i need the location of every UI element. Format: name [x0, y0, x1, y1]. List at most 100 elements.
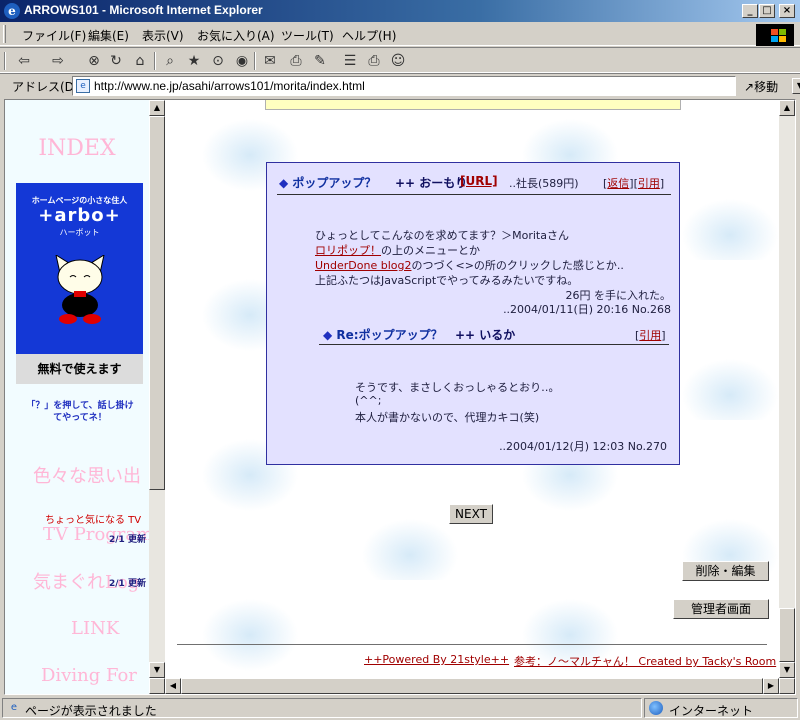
menu-view[interactable]: 表示(V): [142, 27, 184, 44]
admin-button[interactable]: 管理者画面: [673, 599, 769, 619]
harbot-hint-line2: てやってネ！: [53, 413, 107, 423]
scroll-down-icon[interactable]: ▼: [779, 662, 795, 678]
scroll-thumb[interactable]: [779, 608, 795, 662]
maximize-button[interactable]: □: [759, 4, 775, 18]
print-preview-icon[interactable]: ⎙: [364, 51, 384, 71]
menu-link[interactable]: LINK: [71, 618, 119, 639]
status-message: ページが表示されました: [25, 704, 157, 718]
address-dropdown-icon[interactable]: ▼: [792, 78, 800, 94]
left-vertical-scrollbar[interactable]: ▲ ▼: [149, 100, 165, 694]
harbot-hint-line1: 「？」を押して、話し掛け: [26, 401, 134, 411]
post-line-2: ロリポップ！の上のメニューとか: [315, 242, 480, 258]
post-line-2-text: の上のメニューとか: [381, 244, 480, 257]
scroll-up-icon[interactable]: ▲: [149, 100, 165, 116]
main-horizontal-scrollbar[interactable]: ◀ ▶: [165, 678, 779, 694]
reply-title: ◆ Re:ポップアップ？: [323, 326, 443, 343]
internet-zone-icon: [649, 701, 663, 715]
post-line-4: 上記ふたつはJavaScriptでやってみるみたいですね。: [315, 274, 579, 287]
post-author-prefix: ++: [395, 176, 416, 190]
minimize-button[interactable]: _: [742, 4, 758, 18]
favorites-icon[interactable]: ★: [184, 51, 204, 71]
home-icon[interactable]: ⌂: [130, 51, 150, 71]
reply-line-2: (^^;: [355, 394, 382, 407]
reply-author: ++ いるか: [455, 326, 515, 343]
scroll-left-icon[interactable]: ◀: [165, 678, 181, 694]
reply-timestamp: ..2004/01/12(月) 12:03 No.270: [499, 440, 667, 453]
menu-favorites[interactable]: お気に入り(A): [197, 27, 275, 44]
page-done-icon: e: [10, 702, 18, 713]
main-frame: ◆ ポップアップ？ ++ おーもり [URL] ..社長(589円) [返信][…: [165, 100, 795, 694]
reply-quote-link[interactable]: 引用: [639, 329, 661, 342]
cat-mascot-icon[interactable]: [46, 255, 114, 325]
index-heading[interactable]: INDEX: [5, 136, 149, 161]
scroll-down-icon[interactable]: ▼: [149, 662, 165, 678]
banner-kana: ハーボット: [59, 228, 100, 237]
go-arrow-icon: ↗: [744, 80, 755, 94]
scroll-thumb[interactable]: [181, 678, 763, 694]
quote-link[interactable]: 引用: [638, 177, 660, 190]
status-message-cell: e ページが表示されました: [2, 698, 642, 718]
post-url-link[interactable]: [URL]: [460, 174, 498, 188]
menu-diving[interactable]: Diving For: [41, 665, 137, 686]
back-icon[interactable]: ⇦: [14, 51, 34, 71]
reply-link[interactable]: 返信: [607, 177, 629, 190]
close-button[interactable]: ×: [779, 4, 795, 18]
browser-content: INDEX ホームページの小さな住人 +arbo+ ハーボット 無料で使えます: [4, 99, 796, 695]
left-frame-inner: INDEX ホームページの小さな住人 +arbo+ ハーボット 無料で使えます: [5, 100, 149, 694]
address-input[interactable]: e http://www.ne.jp/asahi/arrows101/morit…: [72, 76, 800, 96]
menu-memories[interactable]: 色々な思い出: [33, 462, 141, 488]
edit-icon[interactable]: ✎: [310, 51, 330, 71]
scroll-thumb[interactable]: [149, 116, 165, 490]
menu-file[interactable]: ファイル(F): [22, 27, 86, 44]
toolbar-separator: [254, 52, 256, 70]
window-title: ARROWS101 - Microsoft Internet Explorer: [24, 3, 263, 17]
forward-icon[interactable]: ⇨: [48, 51, 68, 71]
messenger-icon[interactable]: ☺: [388, 51, 408, 71]
stop-icon[interactable]: ⊗: [84, 51, 104, 71]
ie-logo-icon: e: [4, 3, 20, 19]
toolbar-separator: [154, 52, 156, 70]
post-title-text: ポップアップ？: [292, 176, 377, 190]
bbs-post: ◆ ポップアップ？ ++ おーもり [URL] ..社長(589円) [返信][…: [266, 162, 680, 465]
post-title: ◆ ポップアップ？: [279, 174, 376, 191]
reply-author-prefix: ++: [455, 328, 476, 342]
go-button[interactable]: ↗移動: [744, 78, 778, 95]
page-icon: e: [76, 79, 90, 93]
menu-bar: ファイル(F) 編集(E) 表示(V) お気に入り(A) ツール(T) ヘルプ(…: [0, 22, 800, 46]
discuss-icon[interactable]: ☰: [340, 51, 360, 71]
menu-edit[interactable]: 編集(E): [88, 27, 129, 44]
powered-by-link[interactable]: ++Powered By 21style++: [364, 653, 509, 666]
mail-icon[interactable]: ✉: [260, 51, 280, 71]
reply-actions: [引用]: [635, 329, 666, 342]
reply-title-text: Re:ポップアップ？: [336, 328, 443, 342]
update-badge: 2/1 更新: [109, 579, 146, 589]
harbot-logo: +arbo+: [38, 205, 121, 226]
scroll-up-icon[interactable]: ▲: [779, 100, 795, 116]
refresh-icon[interactable]: ↻: [106, 51, 126, 71]
address-bar: アドレス(D) e http://www.ne.jp/asahi/arrows1…: [0, 73, 800, 97]
post-author: ++ おーもり: [395, 174, 467, 191]
search-icon[interactable]: ⌕: [160, 51, 180, 71]
history-icon[interactable]: ⊙: [208, 51, 228, 71]
post-line-1: ひょっとしてこんなのを求めてます？＞Moritaさん: [315, 229, 569, 242]
address-url[interactable]: http://www.ne.jp/asahi/arrows101/morita/…: [94, 79, 365, 93]
post-line-3: UnderDone blog2のつづく<>の所のクリックした感じとか..: [315, 257, 624, 273]
menu-grip[interactable]: [3, 25, 6, 43]
diamond-icon: ◆: [323, 328, 333, 342]
media-icon[interactable]: ◉: [232, 51, 252, 71]
harbot-banner[interactable]: ホームページの小さな住人 +arbo+ ハーボット 無料で使えます: [16, 183, 143, 384]
menu-help[interactable]: ヘルプ(H): [342, 27, 396, 44]
post-timestamp: ..2004/01/11(日) 20:16 No.268: [503, 303, 671, 316]
main-vertical-scrollbar[interactable]: ▲ ▼: [779, 100, 795, 694]
menu-tools[interactable]: ツール(T): [281, 27, 334, 44]
delete-edit-button[interactable]: 削除・編集: [682, 561, 769, 581]
post-header: ◆ ポップアップ？ ++ おーもり [URL] ..社長(589円) [返信][…: [277, 171, 671, 195]
print-icon[interactable]: ⎙: [286, 51, 306, 71]
next-button[interactable]: NEXT: [449, 504, 493, 524]
post-actions: [返信][引用]: [603, 177, 665, 190]
underdone-link[interactable]: UnderDone blog2: [315, 259, 411, 272]
reference-link[interactable]: 参考：ノ～マルチャん！ Created by Tacky's Room: [514, 653, 776, 669]
lolipop-link[interactable]: ロリポップ！: [315, 244, 381, 257]
scroll-right-icon[interactable]: ▶: [763, 678, 779, 694]
windows-logo-icon: [756, 24, 794, 46]
